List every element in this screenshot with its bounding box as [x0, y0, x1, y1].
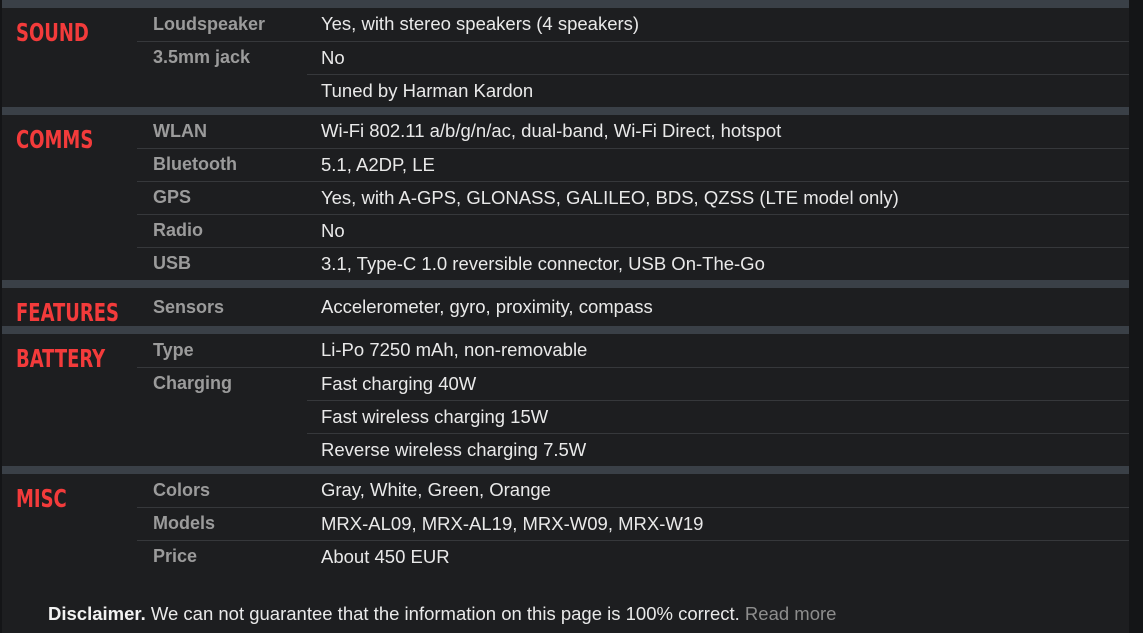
section-divider-band	[2, 466, 1129, 474]
spec-label: Charging	[137, 366, 307, 400]
spec-row: Radio No	[2, 213, 1129, 247]
spec-row: USB 3.1, Type-C 1.0 reversible connector,…	[2, 246, 1129, 280]
spec-label	[137, 400, 307, 433]
section-title: COMMS	[16, 125, 94, 154]
spec-row: Charging Fast charging 40W	[2, 366, 1129, 400]
spec-row: COMMS WLAN Wi-Fi 802.11 a/b/g/n/ac, dual-b…	[2, 115, 1129, 152]
spec-row: 3.5mm jack No	[2, 40, 1129, 74]
spec-label: Colors	[153, 479, 211, 500]
spec-value: Accelerometer, gyro, proximity, compass	[321, 296, 653, 317]
section-title-cell: BATTERY	[2, 334, 137, 466]
disclaimer-footer: Disclaimer. We can not guarantee that th…	[2, 573, 1129, 625]
spec-label: Type	[153, 339, 194, 360]
spec-row: Tuned by Harman Kardon	[2, 73, 1129, 107]
spec-value: No	[307, 213, 1129, 247]
spec-row: Reverse wireless charging 7.5W	[2, 432, 1129, 466]
spec-row: Models MRX-AL09, MRX-AL19, MRX-W09, MRX-W…	[2, 506, 1129, 540]
section-title: MISC	[16, 484, 67, 513]
spec-label: USB	[137, 246, 307, 280]
spec-row: Fast wireless charging 15W	[2, 399, 1129, 433]
section-divider-band	[2, 326, 1129, 334]
section-title-cell: SOUND	[2, 8, 137, 107]
spec-row: FEATURES Sensors Accelerometer, gyro, prox…	[2, 288, 1129, 326]
section-features: FEATURES Sensors Accelerometer, gyro, prox…	[2, 288, 1129, 326]
section-divider-band	[2, 280, 1129, 288]
spec-row: Price About 450 EUR	[2, 539, 1129, 573]
section-divider-band	[2, 107, 1129, 115]
spec-value: Li-Po 7250 mAh, non-removable	[321, 339, 588, 361]
section-title: BATTERY	[16, 344, 106, 373]
section-title: FEATURES	[16, 298, 119, 327]
section-title-cell: MISC	[2, 474, 137, 573]
spec-sheet: SOUND Loudspeaker Yes, with stereo speaker…	[0, 0, 1143, 633]
spec-label: WLAN	[153, 120, 207, 141]
spec-label: Loudspeaker	[153, 13, 266, 34]
spec-value: About 450 EUR	[307, 539, 1129, 573]
spec-row: BATTERY Type Li-Po 7250 mAh, non-removable	[2, 334, 1129, 371]
spec-label: Sensors	[153, 296, 225, 317]
spec-value: MRX-AL09, MRX-AL19, MRX-W09, MRX-W19	[307, 506, 1129, 540]
spec-value: Wi-Fi 802.11 a/b/g/n/ac, dual-band, Wi-F…	[321, 120, 782, 142]
spec-sections: SOUND Loudspeaker Yes, with stereo speaker…	[2, 0, 1129, 573]
disclaimer-text: We can not guarantee that the informatio…	[145, 603, 745, 624]
section-title-cell: FEATURES	[2, 288, 137, 326]
spec-value: No	[307, 40, 1129, 74]
spec-value: Gray, White, Green, Orange	[321, 479, 551, 501]
spec-value: Fast charging 40W	[307, 366, 1129, 400]
section-comms: COMMS WLAN Wi-Fi 802.11 a/b/g/n/ac, dual-b…	[2, 115, 1129, 280]
section-title-cell: COMMS	[2, 115, 137, 280]
spec-value: Tuned by Harman Kardon	[307, 73, 1129, 107]
spec-value: 3.1, Type-C 1.0 reversible connector, US…	[307, 246, 1129, 280]
read-more-link[interactable]: Read more	[745, 603, 837, 624]
spec-value: Fast wireless charging 15W	[307, 399, 1129, 433]
spec-label: GPS	[137, 180, 307, 214]
section-sound: SOUND Loudspeaker Yes, with stereo speaker…	[2, 8, 1129, 107]
spec-row: GPS Yes, with A-GPS, GLONASS, GALILEO, BD…	[2, 180, 1129, 214]
spec-label: Models	[137, 506, 307, 540]
spec-value: Reverse wireless charging 7.5W	[307, 432, 1129, 466]
section-battery: BATTERY Type Li-Po 7250 mAh, non-removable…	[2, 334, 1129, 466]
spec-row: Bluetooth 5.1, A2DP, LE	[2, 147, 1129, 181]
section-title: SOUND	[16, 18, 89, 47]
spec-row: MISC Colors Gray, White, Green, Orange	[2, 474, 1129, 511]
spec-label	[137, 433, 307, 466]
spec-label: 3.5mm jack	[137, 40, 307, 74]
spec-value: 5.1, A2DP, LE	[307, 147, 1129, 181]
section-misc: MISC Colors Gray, White, Green, Orange Mode…	[2, 474, 1129, 573]
spec-label: Radio	[137, 213, 307, 247]
section-divider-band	[2, 0, 1129, 8]
spec-label: Bluetooth	[137, 147, 307, 181]
spec-value: Yes, with stereo speakers (4 speakers)	[321, 13, 640, 35]
spec-value: Yes, with A-GPS, GLONASS, GALILEO, BDS, …	[307, 180, 1129, 214]
spec-label: Price	[137, 539, 307, 573]
spec-row: SOUND Loudspeaker Yes, with stereo speaker…	[2, 8, 1129, 45]
disclaimer-label: Disclaimer.	[48, 603, 146, 624]
spec-label	[137, 74, 307, 107]
